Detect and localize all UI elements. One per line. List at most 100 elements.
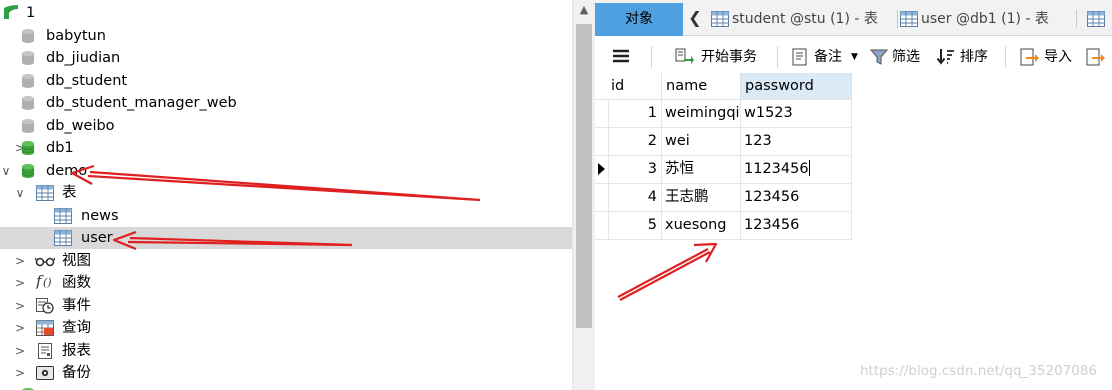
- row-indicator[interactable]: [595, 100, 609, 128]
- sort-label: 排序: [960, 49, 988, 65]
- db-label: db_weibo: [46, 118, 115, 134]
- cell-name[interactable]: 王志鹏: [662, 184, 741, 212]
- menu-button[interactable]: [612, 46, 632, 68]
- column-header-name[interactable]: name: [662, 73, 741, 100]
- tree-group-queries[interactable]: > 查询: [0, 317, 572, 339]
- table-label: user: [81, 230, 113, 246]
- query-icon: [36, 320, 54, 336]
- table-group-icon: [36, 185, 54, 201]
- sort-icon: [936, 49, 954, 65]
- column-header-password[interactable]: password: [741, 73, 852, 100]
- tree-db-babytun[interactable]: babytun: [0, 25, 572, 47]
- backup-icon: [36, 365, 54, 381]
- tree-db-db1[interactable]: > db1: [0, 137, 572, 159]
- tree-next-row[interactable]: [0, 384, 572, 390]
- export-button[interactable]: [1086, 46, 1110, 68]
- table-label: news: [81, 208, 119, 224]
- cell-id[interactable]: 2: [609, 128, 662, 156]
- filter-label: 筛选: [892, 49, 920, 65]
- cell-password[interactable]: 123456: [741, 184, 852, 212]
- cell-name[interactable]: weimingqi: [662, 100, 741, 128]
- table-icon: [54, 230, 72, 246]
- group-label: 备份: [62, 365, 91, 381]
- scroll-up-arrow-icon[interactable]: ▲: [573, 3, 595, 16]
- tree-group-tables[interactable]: ∨ 表: [0, 182, 572, 204]
- cell-id[interactable]: 5: [609, 212, 662, 240]
- memo-button[interactable]: 备注 ▼: [791, 46, 861, 68]
- db-label: db1: [46, 140, 74, 156]
- watermark-text: https://blog.csdn.net/qq_35207086: [860, 363, 1098, 379]
- tab-scroll-left-icon[interactable]: ❮: [687, 8, 703, 30]
- db-label: babytun: [46, 28, 106, 44]
- row-indicator[interactable]: [595, 212, 609, 240]
- tab-bar: 对象 ❮ student @stu (1) - 表 user @db1 (1) …: [595, 0, 1112, 36]
- svg-text:(): (): [43, 276, 52, 289]
- db-label: db_student_manager_web: [46, 95, 237, 111]
- cell-name[interactable]: xuesong: [662, 212, 741, 240]
- chevron-right-icon[interactable]: >: [14, 295, 26, 317]
- sort-button[interactable]: 排序: [936, 46, 996, 68]
- tree-group-functions[interactable]: > f() 函数: [0, 272, 572, 294]
- connection-icon: [3, 4, 19, 20]
- begin-transaction-icon: [675, 48, 694, 64]
- tree-db-demo[interactable]: ∨ demo: [0, 160, 572, 182]
- function-icon: f(): [35, 272, 52, 290]
- tree-group-reports[interactable]: > 报表: [0, 340, 572, 362]
- tab-label: student @stu (1) - 表: [732, 11, 878, 27]
- cell-password[interactable]: 123: [741, 128, 852, 156]
- tree-db-db_jiudian[interactable]: db_jiudian: [0, 47, 572, 69]
- row-indicator[interactable]: [595, 156, 609, 184]
- cell-id[interactable]: 1: [609, 100, 662, 128]
- chevron-right-icon[interactable]: >: [14, 317, 26, 339]
- cell-password[interactable]: 123456: [741, 212, 852, 240]
- tree-scrollbar[interactable]: ▲: [572, 0, 595, 390]
- glasses-icon: [34, 253, 56, 269]
- import-button[interactable]: 导入: [1020, 46, 1078, 68]
- dropdown-arrow-icon[interactable]: ▼: [851, 46, 858, 68]
- navigator-tree: 1 babytun db_jiudian db_student db_stude…: [0, 0, 572, 390]
- begin-transaction-button[interactable]: 开始事务: [675, 46, 765, 68]
- tree-table-user[interactable]: user: [0, 227, 572, 249]
- tree-connection-1[interactable]: 1: [0, 2, 572, 24]
- chevron-right-icon[interactable]: >: [14, 362, 26, 384]
- report-icon: [37, 343, 53, 359]
- db-label: demo: [46, 163, 88, 179]
- scrollbar-thumb[interactable]: [576, 24, 592, 328]
- database-closed-icon: [20, 118, 36, 134]
- cell-id[interactable]: 3: [609, 156, 662, 184]
- chevron-right-icon[interactable]: >: [14, 340, 26, 362]
- filter-button[interactable]: 筛选: [870, 46, 930, 68]
- text-caret: [808, 160, 810, 176]
- cell-id[interactable]: 4: [609, 184, 662, 212]
- chevron-right-icon[interactable]: >: [14, 250, 26, 272]
- column-header-id[interactable]: id: [595, 73, 662, 100]
- cell-name[interactable]: 苏恒: [662, 156, 741, 184]
- database-closed-icon: [20, 95, 36, 111]
- chevron-down-icon[interactable]: ∨: [14, 182, 26, 204]
- group-label: 事件: [62, 298, 91, 314]
- tree-group-views[interactable]: > 视图: [0, 250, 572, 272]
- tab-objects[interactable]: 对象: [595, 3, 683, 36]
- group-label: 函数: [62, 275, 91, 291]
- tree-db-db_student[interactable]: db_student: [0, 70, 572, 92]
- cell-password[interactable]: w1523: [741, 100, 852, 128]
- hamburger-menu-icon: [613, 49, 629, 63]
- chevron-right-icon[interactable]: >: [14, 272, 26, 294]
- table-toolbar: 开始事务 备注 ▼ 筛选 排序 导入: [595, 38, 1112, 74]
- tree-table-news[interactable]: news: [0, 205, 572, 227]
- cell-name[interactable]: wei: [662, 128, 741, 156]
- memo-label: 备注: [814, 49, 842, 65]
- db-label: db_jiudian: [46, 50, 121, 66]
- cell-password-editing[interactable]: 1123456: [741, 156, 852, 184]
- tree-db-db_weibo[interactable]: db_weibo: [0, 115, 572, 137]
- database-closed-icon: [20, 50, 36, 66]
- row-indicator[interactable]: [595, 128, 609, 156]
- tree-group-backups[interactable]: > 备份: [0, 362, 572, 384]
- table-icon: [1087, 11, 1105, 34]
- database-open-icon: [20, 163, 36, 179]
- tree-db-db_student_manager_web[interactable]: db_student_manager_web: [0, 92, 572, 114]
- chevron-down-icon[interactable]: ∨: [0, 160, 12, 182]
- row-indicator[interactable]: [595, 184, 609, 212]
- group-label: 视图: [62, 253, 91, 269]
- tree-group-events[interactable]: > 事件: [0, 295, 572, 317]
